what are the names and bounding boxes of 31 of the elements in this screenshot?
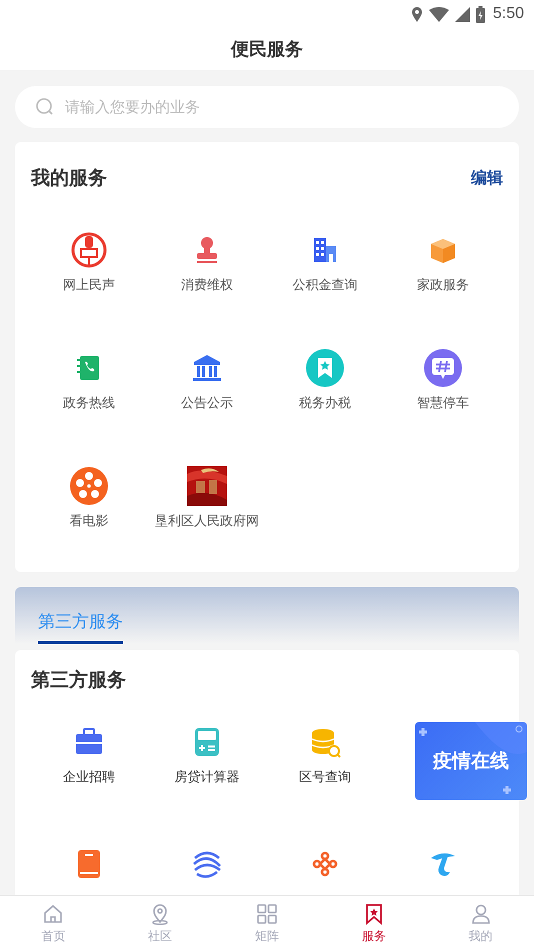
service-item[interactable]: 看电影 xyxy=(70,512,108,530)
signal-icon xyxy=(454,6,470,22)
battery-icon xyxy=(476,6,485,22)
page-title: 便民服务 xyxy=(231,38,303,61)
section-title: 第三方服务 xyxy=(31,668,126,693)
wifi-icon xyxy=(428,6,449,22)
service-item[interactable]: 智慧停车 xyxy=(417,394,469,412)
service-item[interactable]: 垦利区人民政府网 xyxy=(155,512,259,530)
edit-link[interactable]: 编辑 xyxy=(471,168,503,188)
status-time: 5:50 xyxy=(492,5,524,23)
hash-chat-icon xyxy=(423,348,463,388)
service-item[interactable]: 消费维权 xyxy=(181,276,233,294)
service-item[interactable]: 房贷计算器 xyxy=(174,768,240,786)
microphone-icon xyxy=(69,230,109,270)
service-item[interactable]: 网上民声 xyxy=(63,276,115,294)
nav-tab[interactable]: 服务 xyxy=(320,896,428,950)
location-icon xyxy=(410,6,423,22)
service-item[interactable]: 家政服务 xyxy=(417,276,469,294)
service-item[interactable]: 公积金查询 xyxy=(292,276,358,294)
service-item[interactable]: 税务办税 xyxy=(299,394,351,412)
service-item[interactable]: 公告公示 xyxy=(181,394,233,412)
service-item[interactable]: 政务热线 xyxy=(63,394,115,412)
section-title: 我的服务 xyxy=(31,166,107,191)
service-item[interactable]: 企业招聘 xyxy=(63,768,115,786)
service-item[interactable]: 区号查询 xyxy=(299,768,351,786)
film-reel-icon xyxy=(69,466,109,506)
banner-title: 疫情在线 xyxy=(433,749,509,774)
search-icon xyxy=(35,97,55,117)
grid-icon xyxy=(254,902,279,926)
search-field[interactable]: 请输入您要办的业务 xyxy=(15,86,519,128)
epidemic-banner[interactable]: 疫情在线 xyxy=(415,722,527,800)
